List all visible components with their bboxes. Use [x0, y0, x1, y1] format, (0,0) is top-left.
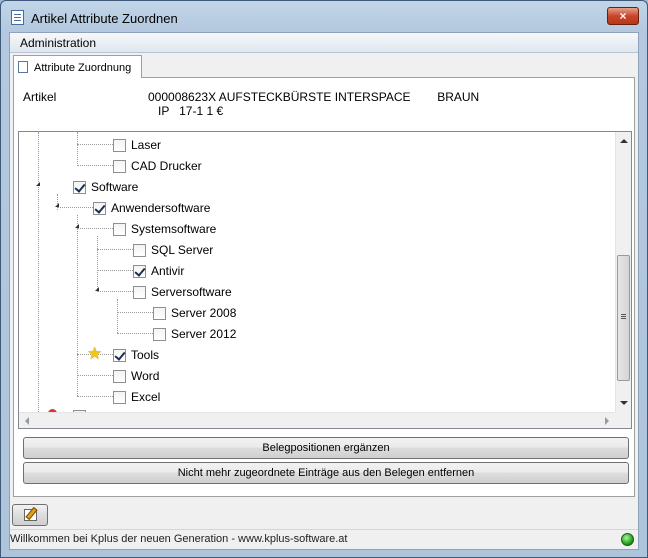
- node-label: Excel: [131, 390, 161, 404]
- node-label: CAD Drucker: [131, 159, 202, 173]
- node-label: Systemsoftware: [131, 222, 217, 236]
- tree-node-laser[interactable]: Laser: [113, 137, 161, 153]
- tree-line: [77, 396, 113, 397]
- tree-node-server-2008[interactable]: Server 2008: [153, 305, 236, 321]
- tree-node-server-2012[interactable]: Server 2012: [153, 326, 236, 342]
- artikel-value-line2: IP 17-1 1 €: [158, 104, 224, 118]
- star-icon: ★: [87, 344, 103, 363]
- node-label: SQL Server: [151, 243, 214, 257]
- node-checkbox[interactable]: [113, 222, 126, 236]
- tree-line: [97, 270, 133, 271]
- tree-node-cad-drucker[interactable]: CAD Drucker: [113, 158, 202, 174]
- artikel-label: Artikel: [23, 90, 57, 104]
- tree-node-anwendersoftware[interactable]: Anwendersoftware: [93, 200, 210, 216]
- edit-icon: [24, 509, 37, 521]
- scroll-up-arrow-icon[interactable]: [620, 139, 628, 143]
- node-checkbox[interactable]: [133, 264, 146, 278]
- eintraege-entfernen-button[interactable]: Nicht mehr zugeordnete Einträge aus den …: [23, 462, 629, 484]
- node-checkbox[interactable]: [153, 306, 166, 320]
- window-title: Artikel Attribute Zuordnen: [31, 11, 178, 26]
- tree-line: [117, 333, 153, 334]
- node-checkbox[interactable]: [113, 138, 126, 152]
- tree-node-systemsoftware[interactable]: Systemsoftware: [113, 221, 216, 237]
- client-area: Administration Attribute Zuordnung Artik…: [9, 32, 639, 550]
- tree-line: [77, 375, 113, 376]
- tree-line: [77, 132, 78, 166]
- attribute-tree[interactable]: Laser CAD Drucker Software Anwendersoftw…: [18, 131, 632, 429]
- node-label: Server 2012: [171, 327, 237, 341]
- tree-horizontal-scrollbar[interactable]: [19, 412, 615, 428]
- node-checkbox[interactable]: [113, 348, 126, 362]
- node-checkbox[interactable]: [133, 285, 146, 299]
- tree-line: [38, 132, 39, 412]
- node-label: Word: [131, 369, 160, 383]
- tree-node-word[interactable]: Word: [113, 368, 159, 384]
- collapse-arrow-icon[interactable]: [55, 203, 59, 207]
- belegpositionen-ergaenzen-button[interactable]: Belegpositionen ergänzen: [23, 437, 629, 459]
- node-checkbox[interactable]: [73, 180, 86, 194]
- node-label: Software: [91, 180, 139, 194]
- tree-node-tools[interactable]: Tools: [113, 347, 159, 363]
- tab-attribute-zuordnung[interactable]: Attribute Zuordnung: [13, 55, 142, 79]
- tree-vertical-scrollbar[interactable]: [615, 132, 631, 412]
- status-text: Willkommen bei Kplus der neuen Generatio…: [10, 533, 348, 545]
- node-label: Serversoftware: [151, 285, 232, 299]
- tree-line: [57, 207, 93, 208]
- scroll-corner: [615, 412, 631, 428]
- node-checkbox[interactable]: [93, 201, 106, 215]
- document-list-icon: [11, 10, 24, 25]
- tree-line: [77, 228, 113, 229]
- tree-node-sql-server[interactable]: SQL Server: [133, 242, 213, 258]
- node-label: Server 2008: [171, 306, 237, 320]
- tree-line: [77, 144, 113, 145]
- node-label: Tools: [131, 348, 160, 362]
- tree-node-serversoftware[interactable]: Serversoftware: [133, 284, 232, 300]
- menu-bar: Administration: [10, 33, 638, 53]
- edit-button[interactable]: [12, 504, 48, 526]
- tree-line: [77, 215, 78, 396]
- scroll-down-arrow-icon[interactable]: [620, 401, 628, 405]
- node-checkbox[interactable]: [113, 369, 126, 383]
- node-label: Antivir: [151, 264, 185, 278]
- menu-item-administration[interactable]: Administration: [20, 36, 96, 50]
- node-checkbox[interactable]: [153, 327, 166, 341]
- scroll-thumb[interactable]: [617, 255, 630, 381]
- node-label: Laser: [131, 138, 162, 152]
- status-bar: Willkommen bei Kplus der neuen Generatio…: [10, 529, 638, 549]
- scroll-left-arrow-icon[interactable]: [25, 417, 29, 425]
- node-checkbox[interactable]: [113, 159, 126, 173]
- tab-label: Attribute Zuordnung: [34, 62, 132, 74]
- main-window: Artikel Attribute Zuordnen × Administrat…: [0, 0, 648, 558]
- status-led-icon: [621, 533, 634, 546]
- tab-strip: Attribute Zuordnung: [13, 54, 635, 79]
- tree-line: [117, 299, 118, 333]
- tree-line: [97, 236, 98, 291]
- node-checkbox[interactable]: [133, 243, 146, 257]
- close-button[interactable]: ×: [607, 7, 639, 25]
- tree-node-software[interactable]: Software: [73, 179, 138, 195]
- collapse-arrow-icon[interactable]: [95, 287, 99, 291]
- tree-line: [97, 249, 133, 250]
- title-bar[interactable]: Artikel Attribute Zuordnen ×: [1, 1, 647, 31]
- grip-icon: [621, 314, 626, 315]
- tab-panel: Artikel 000008623X AUFSTECKBÜRSTE INTERS…: [13, 78, 635, 497]
- tree-node-excel[interactable]: Excel: [113, 389, 160, 405]
- tree-line: [77, 165, 113, 166]
- tree-line: [97, 291, 133, 292]
- document-icon: [18, 61, 28, 73]
- tree-line: [117, 312, 153, 313]
- tree-viewport: Laser CAD Drucker Software Anwendersoftw…: [19, 132, 615, 412]
- collapse-arrow-icon[interactable]: [36, 182, 40, 186]
- node-checkbox[interactable]: [113, 390, 126, 404]
- artikel-value-line1: 000008623X AUFSTECKBÜRSTE INTERSPACE BRA…: [148, 90, 480, 104]
- scroll-right-arrow-icon[interactable]: [605, 417, 609, 425]
- tree-node-antivir[interactable]: Antivir: [133, 263, 184, 279]
- node-label: Anwendersoftware: [111, 201, 211, 215]
- collapse-arrow-icon[interactable]: [75, 224, 79, 228]
